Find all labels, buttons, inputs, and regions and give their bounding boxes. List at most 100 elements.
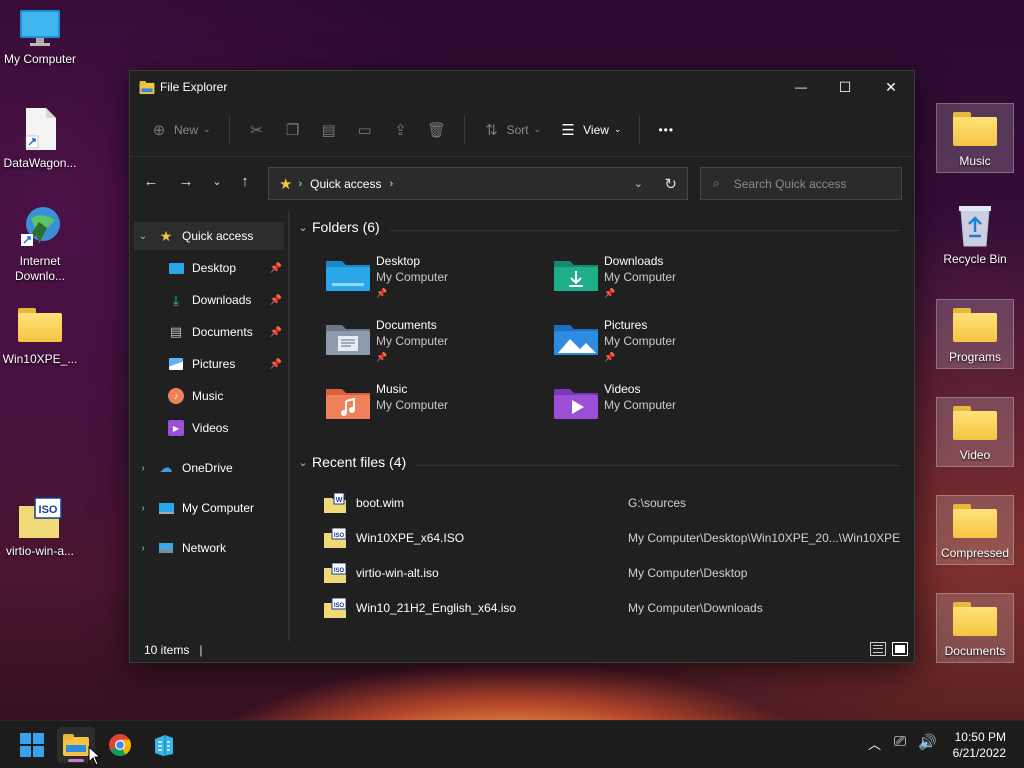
folders-section-header[interactable]: ⌄ Folders (6)	[296, 219, 380, 235]
recent-file-row[interactable]: ISO Win10XPE_x64.ISO My Computer\Desktop…	[324, 520, 914, 555]
view-button[interactable]: ☰ View ⌄	[559, 121, 621, 139]
details-view-button[interactable]	[870, 642, 886, 656]
pin-icon: 📌	[376, 352, 388, 362]
more-options-button[interactable]: •••	[658, 123, 674, 137]
recent-file-location: G:\sources	[628, 495, 687, 510]
recent-header-label: Recent files (4)	[312, 454, 407, 470]
command-bar: ⊕ New ⌄ ✂ ❐ ▤ ▭ ⇪ 🗑 ⇅ Sort ⌄ ☰ View ⌄ ••…	[130, 103, 914, 157]
sidebar-item-desktop[interactable]: Desktop 📌	[168, 254, 286, 282]
clock[interactable]: 10:50 PM 6/21/2022	[953, 729, 1006, 761]
video-icon: ▶	[168, 420, 184, 436]
clock-date: 6/21/2022	[952, 746, 1006, 760]
sort-button[interactable]: ⇅ Sort ⌄	[483, 121, 541, 139]
desktop-icon-label: My Computer	[3, 52, 77, 66]
sidebar-item-my-computer[interactable]: › My Computer	[134, 494, 284, 522]
sidebar-item-music[interactable]: ♪ Music	[168, 382, 286, 410]
delete-button[interactable]: 🗑	[427, 121, 446, 139]
sidebar-item-videos[interactable]: ▶ Videos	[168, 414, 286, 442]
volume-icon[interactable]: 🔊	[918, 733, 937, 751]
recent-file-row[interactable]: W boot.wim G:\sources	[324, 485, 914, 520]
folder-tile-documents[interactable]: Documents My Computer 📌	[326, 317, 448, 365]
sidebar-item-pictures[interactable]: Pictures 📌	[168, 350, 286, 378]
desktop-icon-win10xpe-folder[interactable]: Win10XPE_...	[0, 304, 80, 367]
file-badge: ISO	[334, 603, 345, 609]
show-hidden-icons-button[interactable]: ︿	[868, 734, 881, 753]
desktop-icon-recycle-bin[interactable]: Recycle Bin	[936, 202, 1014, 267]
folder-tile-music[interactable]: Music My Computer	[326, 381, 448, 421]
taskbar-chrome[interactable]	[101, 727, 139, 763]
building-app-icon	[155, 735, 173, 756]
address-bar[interactable]: ★ › Quick access › ⌄ ↻	[268, 167, 688, 200]
desktop-icon-datawagon[interactable]: DataWagon...	[0, 106, 80, 171]
cut-button[interactable]: ✂	[248, 121, 266, 139]
folder-info: Desktop My Computer 📌	[376, 253, 448, 301]
toolbar-separator	[463, 115, 465, 144]
start-button[interactable]	[13, 727, 51, 763]
up-button[interactable]: ↑	[234, 173, 256, 190]
back-button[interactable]: ←	[140, 173, 162, 190]
tiles-view-button[interactable]	[892, 642, 908, 656]
folder-tile-pictures[interactable]: Pictures My Computer 📌	[554, 317, 676, 365]
section-divider	[390, 230, 900, 231]
sidebar-item-label: My Computer	[182, 501, 255, 515]
network-icon[interactable]: ⎚	[894, 733, 906, 750]
chevron-down-icon: ⌄	[298, 221, 308, 234]
desktop-icon-compressed-folder[interactable]: Compressed	[936, 495, 1014, 565]
address-dropdown-button[interactable]: ⌄	[634, 177, 643, 190]
recent-locations-button[interactable]: ⌄	[206, 175, 228, 188]
desktop-icon-programs-folder[interactable]: Programs	[936, 299, 1014, 369]
desktop-icon-label: virtio-win-a...	[5, 544, 74, 558]
search-box[interactable]: ⌕	[700, 167, 902, 200]
copy-button[interactable]: ❐	[284, 121, 302, 139]
close-button[interactable]: ✕	[868, 71, 914, 103]
sidebar-item-onedrive[interactable]: › ☁ OneDrive	[134, 454, 284, 482]
minimize-button[interactable]: —	[778, 71, 824, 103]
refresh-button[interactable]: ↻	[664, 175, 677, 193]
taskbar-app[interactable]	[145, 727, 183, 763]
sidebar-item-label: Music	[192, 389, 224, 403]
paste-button[interactable]: ▤	[320, 121, 338, 139]
folder-tile-downloads[interactable]: Downloads My Computer 📌	[554, 253, 676, 301]
desktop-icon	[168, 260, 184, 276]
rename-button[interactable]: ▭	[356, 121, 374, 139]
title-bar[interactable]: File Explorer — ☐ ✕	[130, 71, 914, 103]
desktop-icon-virtio-iso[interactable]: ISO virtio-win-a...	[0, 496, 80, 559]
desktop-icon-my-computer[interactable]: My Computer	[0, 8, 80, 67]
desktop-icon-internet-download-manager[interactable]: Internet Downlo...	[0, 204, 80, 284]
view-list-icon: ☰	[561, 121, 575, 139]
desktop-icon-music-folder[interactable]: Music	[936, 103, 1014, 173]
recent-file-location: My Computer\Desktop	[628, 565, 748, 580]
desktop-icon-label: Video	[959, 448, 991, 462]
sidebar-item-documents[interactable]: ▤ Documents 📌	[168, 318, 286, 346]
folders-header-label: Folders (6)	[312, 219, 380, 235]
file-badge: ISO	[334, 533, 345, 539]
item-count: 10 items	[144, 643, 190, 657]
plus-circle-icon: ⊕	[152, 121, 166, 139]
share-icon: ⇪	[394, 121, 407, 139]
recent-files-section-header[interactable]: ⌄ Recent files (4)	[296, 454, 406, 470]
pin-icon: 📌	[604, 288, 616, 298]
forward-button[interactable]: →	[175, 173, 197, 190]
folder-location: My Computer	[376, 270, 449, 284]
sidebar-item-network[interactable]: › Network	[134, 534, 284, 562]
desktop-icon-video-folder[interactable]: Video	[936, 397, 1014, 467]
folder-info: Music My Computer	[376, 381, 448, 421]
search-input[interactable]	[733, 176, 884, 191]
sidebar-item-label: Documents	[192, 325, 253, 339]
sidebar-item-downloads[interactable]: ⤓ Downloads 📌	[168, 286, 286, 314]
status-divider: |	[199, 643, 203, 657]
desktop-icon-documents-folder[interactable]: Documents	[936, 593, 1014, 663]
recent-file-row[interactable]: ISO Win10_21H2_English_x64.iso My Comput…	[324, 590, 914, 625]
folder-tile-desktop[interactable]: Desktop My Computer 📌	[326, 253, 448, 301]
share-button[interactable]: ⇪	[392, 121, 410, 139]
globe-download-icon	[21, 207, 60, 246]
maximize-button[interactable]: ☐	[822, 71, 868, 103]
folder-icon	[953, 308, 997, 342]
chrome-icon	[109, 734, 131, 756]
recent-file-name: Win10_21H2_English_x64.iso	[356, 600, 517, 615]
document-icon: ▤	[169, 324, 183, 339]
recent-file-row[interactable]: ISO virtio-win-alt.iso My Computer\Deskt…	[324, 555, 914, 590]
sidebar-item-quick-access[interactable]: ⌄ ★ Quick access	[134, 222, 284, 250]
new-button[interactable]: ⊕ New ⌄	[150, 121, 211, 139]
folder-tile-videos[interactable]: Videos My Computer	[554, 381, 676, 421]
